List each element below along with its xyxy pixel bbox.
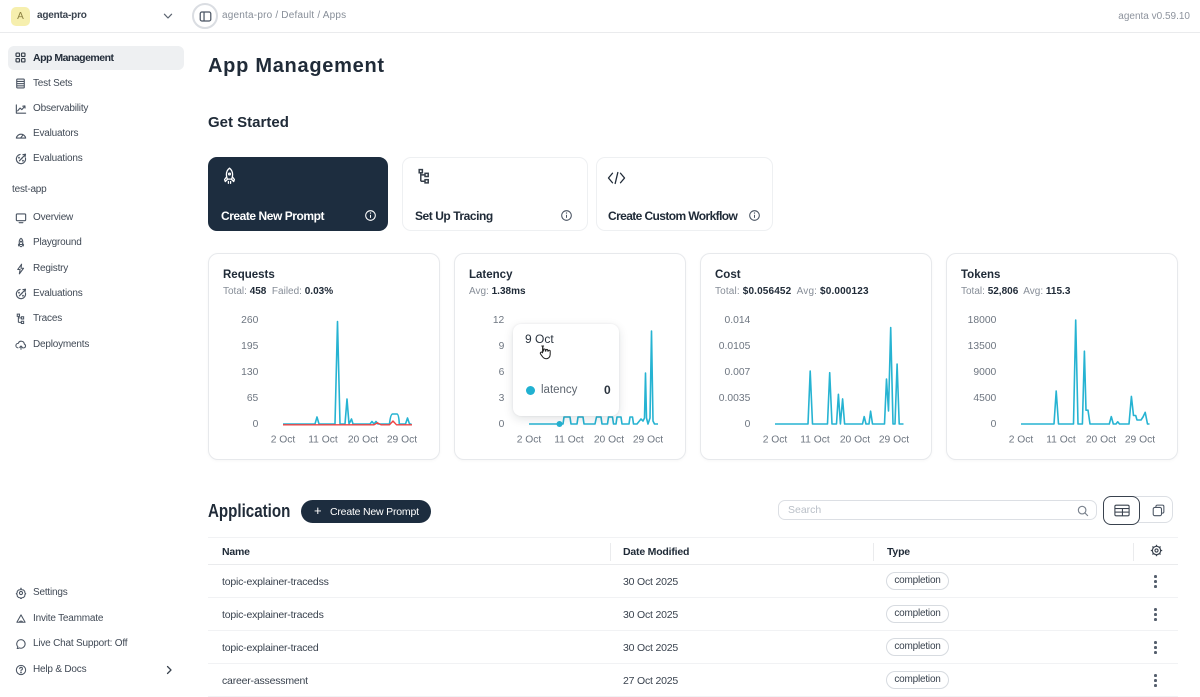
svg-text:13500: 13500 xyxy=(968,341,997,352)
svg-text:20 Oct: 20 Oct xyxy=(594,435,624,446)
svg-text:9000: 9000 xyxy=(973,367,996,378)
svg-text:11 Oct: 11 Oct xyxy=(800,435,830,446)
svg-text:0: 0 xyxy=(745,419,751,430)
svg-text:0.014: 0.014 xyxy=(725,315,751,326)
svg-text:130: 130 xyxy=(241,367,258,378)
svg-text:260: 260 xyxy=(241,315,258,326)
svg-text:0.0105: 0.0105 xyxy=(719,341,751,352)
svg-text:29 Oct: 29 Oct xyxy=(633,435,663,446)
svg-text:65: 65 xyxy=(247,393,259,404)
svg-text:20 Oct: 20 Oct xyxy=(840,435,870,446)
svg-text:2 Oct: 2 Oct xyxy=(517,435,542,446)
svg-text:0: 0 xyxy=(991,419,997,430)
svg-text:0.007: 0.007 xyxy=(725,367,751,378)
svg-text:2 Oct: 2 Oct xyxy=(763,435,788,446)
svg-text:11 Oct: 11 Oct xyxy=(308,435,338,446)
svg-text:2 Oct: 2 Oct xyxy=(1009,435,1034,446)
svg-text:11 Oct: 11 Oct xyxy=(1046,435,1076,446)
svg-text:20 Oct: 20 Oct xyxy=(348,435,378,446)
svg-text:9: 9 xyxy=(499,341,505,352)
svg-text:18000: 18000 xyxy=(968,315,997,326)
svg-text:0: 0 xyxy=(253,419,259,430)
svg-text:29 Oct: 29 Oct xyxy=(879,435,909,446)
svg-text:12: 12 xyxy=(493,315,505,326)
svg-text:2 Oct: 2 Oct xyxy=(271,435,296,446)
svg-text:3: 3 xyxy=(499,393,505,404)
svg-text:11 Oct: 11 Oct xyxy=(554,435,584,446)
svg-text:0.0035: 0.0035 xyxy=(719,393,751,404)
svg-text:20 Oct: 20 Oct xyxy=(1086,435,1116,446)
svg-text:4500: 4500 xyxy=(973,393,996,404)
svg-text:195: 195 xyxy=(241,341,258,352)
svg-text:6: 6 xyxy=(499,367,505,378)
svg-text:29 Oct: 29 Oct xyxy=(387,435,417,446)
svg-text:0: 0 xyxy=(499,419,505,430)
svg-text:29 Oct: 29 Oct xyxy=(1125,435,1155,446)
